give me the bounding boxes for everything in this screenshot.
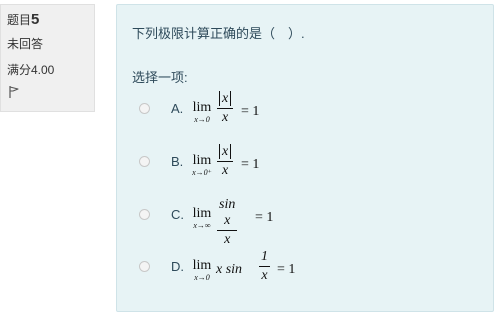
option-a-label: A. bbox=[171, 101, 184, 116]
lim-operator: lim x→0⁺ bbox=[192, 153, 212, 178]
numerator: sin x bbox=[219, 197, 236, 228]
fraction: x x bbox=[217, 91, 234, 126]
question-text: 下列极限计算正确的是（ ）. bbox=[132, 26, 305, 41]
option-d: D. lim x→0 x sin 1 x = 1 bbox=[139, 249, 439, 309]
question-info: 题目5 未回答 满分4.00 bbox=[0, 4, 95, 112]
lim-operator: lim x→∞ bbox=[192, 206, 212, 231]
answer-prompt: 选择一项: bbox=[132, 70, 188, 85]
fraction: 1 x bbox=[259, 249, 270, 284]
option-c-label: C. bbox=[171, 207, 184, 222]
option-b-radio[interactable] bbox=[139, 156, 150, 167]
option-b: B. lim x→0⁺ x x = 1 bbox=[139, 144, 439, 204]
numerator: 1 bbox=[261, 249, 268, 264]
question-state: 未回答 bbox=[7, 37, 44, 51]
right-hand-side: = 1 bbox=[241, 157, 260, 172]
flag-icon[interactable] bbox=[7, 85, 21, 99]
question-grade: 满分4.00 bbox=[7, 63, 55, 77]
denominator: x bbox=[224, 232, 231, 247]
option-c: C. lim x→∞ sin x x = 1 bbox=[139, 197, 439, 257]
numerator: x bbox=[219, 144, 232, 159]
question-content: 下列极限计算正确的是（ ）. 选择一项: A. lim x→0 x x = 1 … bbox=[116, 4, 494, 312]
right-hand-side: = 1 bbox=[255, 210, 274, 225]
option-c-radio[interactable] bbox=[139, 209, 150, 220]
lim-operator: lim x→0 bbox=[192, 100, 212, 125]
option-d-label: D. bbox=[171, 259, 184, 274]
right-hand-side: = 1 bbox=[277, 262, 296, 277]
question-number: 题目5 bbox=[7, 11, 40, 28]
option-b-label: B. bbox=[171, 154, 184, 169]
option-a: A. lim x→0 x x = 1 bbox=[139, 91, 439, 151]
option-d-radio[interactable] bbox=[139, 261, 150, 272]
right-hand-side: = 1 bbox=[241, 104, 260, 119]
fraction: x x bbox=[217, 144, 234, 179]
fraction: sin x x bbox=[217, 197, 238, 248]
prefix-term: x sin bbox=[216, 262, 243, 277]
denominator: x bbox=[261, 268, 268, 283]
denominator: x bbox=[222, 163, 229, 178]
denominator: x bbox=[222, 110, 229, 125]
option-a-radio[interactable] bbox=[139, 103, 150, 114]
numerator: x bbox=[219, 91, 232, 106]
lim-operator: lim x→0 bbox=[192, 258, 212, 283]
